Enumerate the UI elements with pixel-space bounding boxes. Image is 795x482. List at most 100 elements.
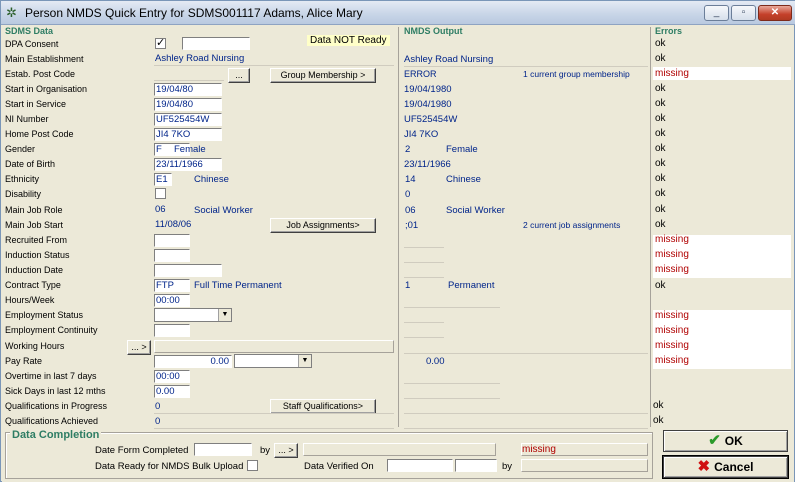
estab-lookup-button[interactable]: ... <box>228 68 250 83</box>
nmds-output-header: NMDS Output <box>404 26 463 36</box>
group-membership-button[interactable]: Group Membership > <box>270 68 376 83</box>
staff-qualifications-button[interactable]: Staff Qualifications> <box>270 399 376 414</box>
sdms-recruited-from[interactable] <box>154 234 190 247</box>
column-divider <box>650 27 651 427</box>
label-ni-number: NI Number <box>5 114 49 124</box>
nmds-ni-number: UF525454W <box>404 114 458 125</box>
nmds-pay-rate: 0.00 <box>426 356 445 367</box>
pay-rate-period-select[interactable]: ▼ <box>234 354 312 368</box>
nmds-contract-type-text: Permanent <box>448 280 495 291</box>
sdms-data-header: SDMS Data <box>5 26 54 36</box>
data-ready-checkbox[interactable] <box>247 460 258 471</box>
date-form-by-field <box>303 443 496 456</box>
maximize-button[interactable]: ▫ <box>731 5 756 21</box>
working-hours-button[interactable]: ... > <box>127 340 151 355</box>
error-induction-status: missing <box>655 249 689 260</box>
sdms-employment-continuity[interactable] <box>154 324 190 337</box>
nmds-main-establishment: Ashley Road Nursing <box>404 54 494 65</box>
sdms-main-establishment[interactable]: Ashley Road Nursing <box>154 53 394 66</box>
sdms-pay-rate[interactable]: 0.00 <box>154 355 232 368</box>
sdms-induction-date[interactable] <box>154 264 222 277</box>
sdms-start-in-organisation[interactable]: 19/04/80 <box>154 83 222 96</box>
label-working-hours: Working Hours <box>5 341 65 351</box>
error-contract-type: ok <box>655 280 666 291</box>
sdms-induction-status[interactable] <box>154 249 190 262</box>
close-button[interactable]: ✕ <box>758 5 792 21</box>
app-icon: ✲ <box>6 5 17 20</box>
sdms-qualifications-achieved: 0 <box>155 416 161 427</box>
error-recruited-from: missing <box>655 234 689 245</box>
label-main-job-role: Main Job Role <box>5 205 63 215</box>
sdms-ni-number[interactable]: UF525454W <box>154 113 222 126</box>
label-date-of-birth: Date of Birth <box>5 159 56 169</box>
sdms-estab-post-code <box>154 68 224 81</box>
data-verified-by-field <box>521 459 648 472</box>
sdms-main-job-role-text: Social Worker <box>194 205 253 216</box>
sdms-ethnicity-text: Chinese <box>194 174 229 185</box>
nmds-start-in-service: 19/04/1980 <box>404 99 452 110</box>
cancel-button[interactable]: ✖ Cancel <box>662 455 789 479</box>
error-disability: ok <box>655 188 666 199</box>
nmds-group-membership-note: 1 current group membership <box>523 69 630 79</box>
nmds-job-assignments-note: 2 current job assignments <box>523 220 621 230</box>
date-form-completed-field[interactable] <box>194 443 252 456</box>
row-divider <box>404 66 648 67</box>
nmds-gender-text: Female <box>446 144 478 155</box>
sdms-main-job-role-code[interactable]: 06 <box>154 204 190 217</box>
label-overtime: Overtime in last 7 days <box>5 371 97 381</box>
error-start-in-organisation: ok <box>655 83 666 94</box>
row-divider <box>404 337 444 338</box>
error-ni-number: ok <box>655 113 666 124</box>
ok-button[interactable]: ✔ OK <box>663 430 788 452</box>
error-ethnicity: ok <box>655 173 666 184</box>
sdms-sick-days[interactable]: 0.00 <box>154 385 190 398</box>
sdms-contract-type-code[interactable]: FTP <box>154 279 190 292</box>
quick-entry-window: ✲ Person NMDS Quick Entry for SDMS001117… <box>0 0 795 482</box>
minimize-button[interactable]: _ <box>704 5 729 21</box>
label-home-post-code: Home Post Code <box>5 129 74 139</box>
nmds-ethnicity-code: 14 <box>405 174 416 185</box>
sdms-date-of-birth[interactable]: 23/11/1966 <box>154 158 222 171</box>
label-verified-by: by <box>502 461 513 472</box>
sdms-home-post-code[interactable]: JI4 7KO <box>154 128 222 141</box>
sdms-qualifications-in-progress: 0 <box>155 401 161 412</box>
data-completion-status-frame <box>521 443 648 456</box>
date-form-by-button[interactable]: ... > <box>274 443 298 458</box>
label-employment-continuity: Employment Continuity <box>5 325 98 335</box>
nmds-main-job-role-text: Social Worker <box>446 205 505 216</box>
dpa-consent-date-field[interactable] <box>182 37 250 50</box>
nmds-estab-post-code: ERROR <box>404 69 437 79</box>
row-divider <box>404 247 444 248</box>
data-completion-title: Data Completion <box>10 429 102 441</box>
nmds-disability: 0 <box>405 189 411 200</box>
label-main-establishment: Main Establishment <box>5 54 84 64</box>
sdms-hours-week[interactable]: 00:00 <box>154 294 190 307</box>
sdms-main-job-start[interactable]: 11/08/06 <box>154 219 222 232</box>
job-assignments-button[interactable]: Job Assignments> <box>270 218 376 233</box>
sdms-overtime[interactable]: 00:00 <box>154 370 190 383</box>
nmds-main-job-start: ;01 <box>405 220 419 231</box>
error-induction-date: missing <box>655 264 689 275</box>
label-qualifications-in-progress: Qualifications in Progress <box>5 401 108 411</box>
dpa-consent-checkbox[interactable]: ✓ <box>155 38 166 49</box>
data-verified-on-time-field[interactable] <box>455 459 497 472</box>
error-employment-status: missing <box>655 310 689 321</box>
label-date-form-completed: Date Form Completed <box>95 445 189 456</box>
label-ethnicity: Ethnicity <box>5 174 40 184</box>
nmds-date-of-birth: 23/11/1966 <box>404 159 451 170</box>
sdms-contract-type-text: Full Time Permanent <box>194 280 282 291</box>
chevron-down-icon: ▼ <box>298 355 311 367</box>
data-verified-on-date-field[interactable] <box>387 459 453 472</box>
error-pay-rate: missing <box>655 355 689 366</box>
sdms-gender-text: Female <box>174 144 206 155</box>
disability-checkbox[interactable] <box>155 188 166 199</box>
row-divider <box>404 398 500 399</box>
checkmark-icon: ✔ <box>708 432 721 449</box>
sdms-start-in-service[interactable]: 19/04/80 <box>154 98 222 111</box>
title-bar[interactable]: ✲ Person NMDS Quick Entry for SDMS001117… <box>1 1 795 25</box>
nmds-ethnicity-text: Chinese <box>446 174 481 185</box>
employment-status-select[interactable]: ▼ <box>154 308 232 322</box>
sdms-ethnicity-code[interactable]: E1 <box>154 173 172 186</box>
sdms-working-hours <box>154 340 394 353</box>
nmds-gender-code: 2 <box>405 144 411 155</box>
